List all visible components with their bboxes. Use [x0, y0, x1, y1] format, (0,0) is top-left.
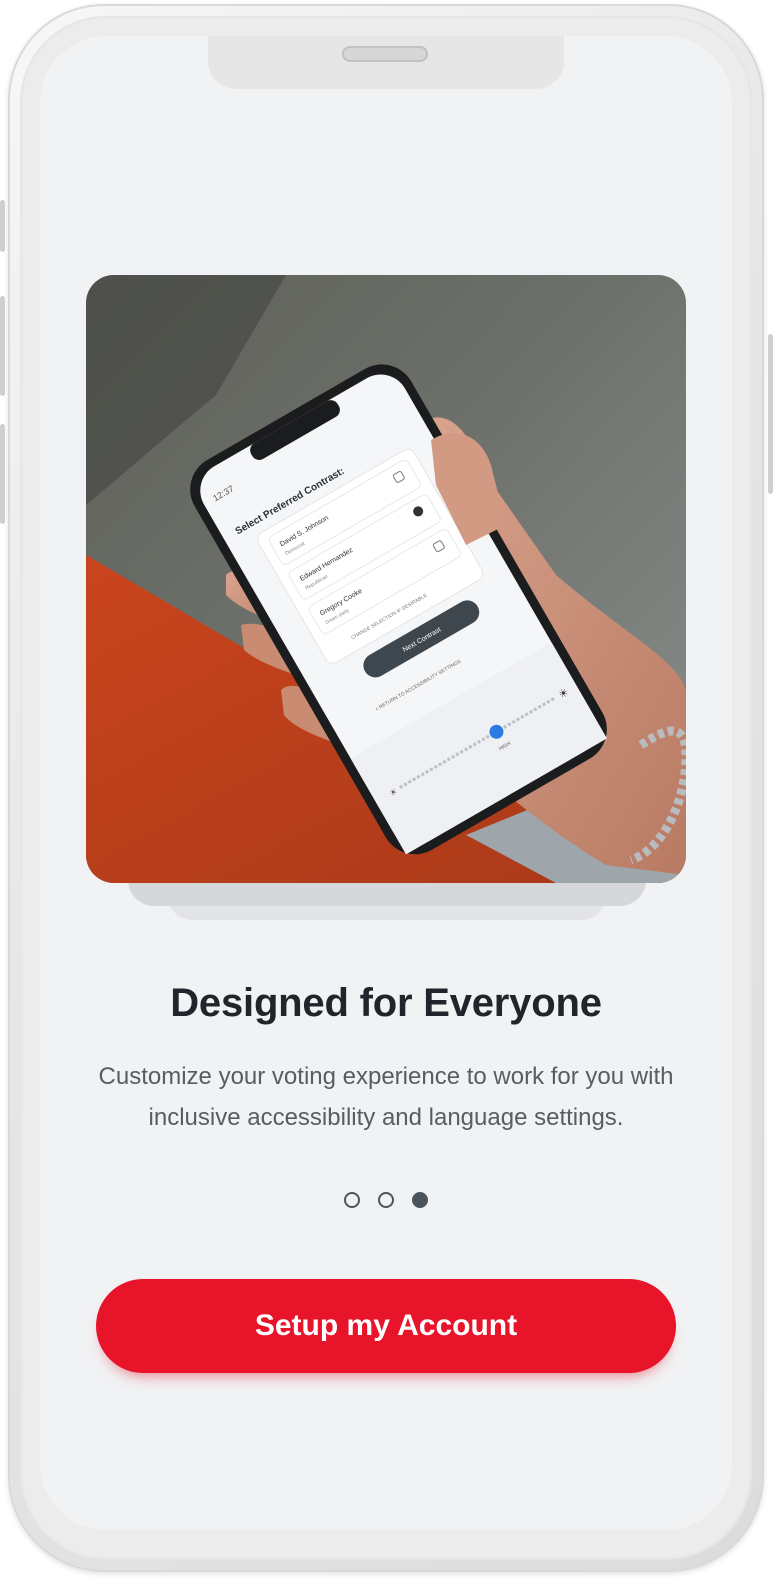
page-dot-2[interactable] — [378, 1192, 394, 1208]
page-title: Designed for Everyone — [170, 981, 602, 1025]
app-screen: 12:37 Select Preferred Contrast: David S… — [40, 36, 732, 1530]
page-dot-3[interactable] — [412, 1192, 428, 1208]
notch — [208, 36, 564, 89]
volume-up-button — [0, 296, 5, 396]
mute-switch — [0, 200, 5, 252]
photo-hand-holding-phone-icon: 12:37 Select Preferred Contrast: David S… — [86, 275, 686, 883]
hero-image: 12:37 Select Preferred Contrast: David S… — [86, 275, 686, 883]
page-description: Customize your voting experience to work… — [98, 1063, 674, 1131]
speaker-grille — [342, 46, 428, 62]
power-button — [768, 334, 773, 494]
pagination-dots — [40, 1192, 732, 1208]
setup-account-button[interactable]: Setup my Account — [96, 1279, 676, 1373]
volume-down-button — [0, 424, 5, 524]
page-dot-1[interactable] — [344, 1192, 360, 1208]
